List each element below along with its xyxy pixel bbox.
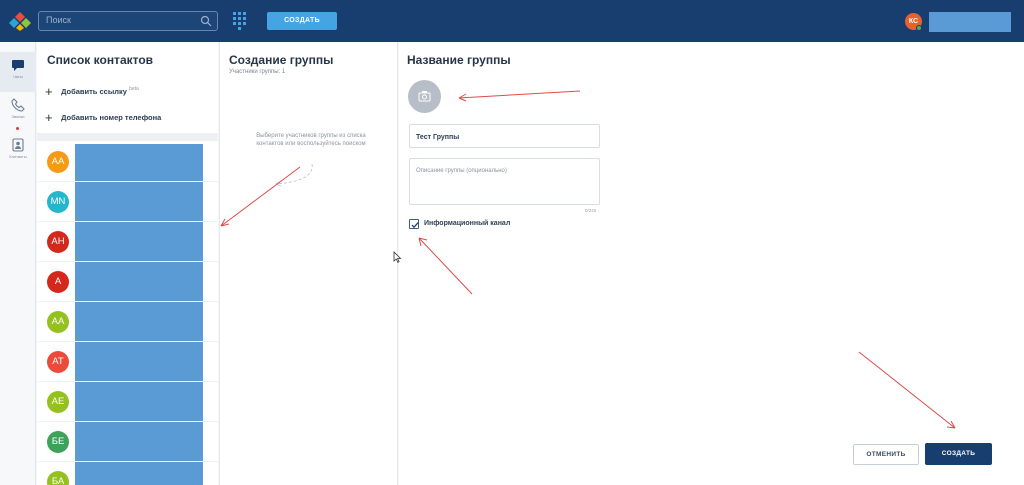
contact-avatar[interactable]: АН — [47, 231, 69, 253]
description-counter: 0/220 — [585, 208, 597, 213]
info-channel-label[interactable]: Информационный канал — [424, 220, 510, 227]
contacts-icon — [12, 138, 24, 152]
group-details-panel: Название группы Тест Группы Описание гру… — [399, 42, 1024, 485]
members-hint: Выберите участников группы из списка кон… — [256, 133, 366, 147]
camera-icon — [418, 91, 431, 102]
online-status-dot — [916, 25, 922, 31]
plus-icon: + — [45, 84, 53, 99]
top-bar: Поиск СОЗДАТЬ КС — [0, 0, 1024, 42]
contact-avatar[interactable]: БЕ — [47, 431, 69, 453]
contact-avatar[interactable]: БА — [47, 471, 69, 485]
group-name-input[interactable]: Тест Группы — [409, 124, 600, 148]
contact-row-divider — [37, 381, 218, 382]
add-link-button[interactable]: + Добавить ссылку beta — [45, 84, 139, 100]
section-divider — [37, 133, 218, 141]
add-link-label: Добавить ссылку — [61, 86, 127, 96]
left-rail: Чаты Звонки Контакты — [0, 42, 36, 485]
create-button[interactable]: СОЗДАТЬ — [925, 443, 992, 465]
cancel-button[interactable]: ОТМЕНИТЬ — [853, 444, 919, 465]
contact-row-divider — [37, 261, 218, 262]
rail-item-calls[interactable]: Звонки — [0, 92, 36, 132]
members-count: Участники группы: 1 — [229, 69, 286, 75]
contact-avatar[interactable]: АА — [47, 151, 69, 173]
create-group-title: Создание группы — [229, 53, 334, 67]
rail-item-contacts[interactable]: Контакты — [0, 132, 36, 172]
rail-item-chats[interactable]: Чаты — [0, 52, 36, 92]
add-phone-label: Добавить номер телефона — [61, 112, 162, 122]
contact-avatar[interactable]: MN — [47, 191, 69, 213]
phone-icon — [11, 98, 25, 112]
mouse-cursor-icon — [393, 251, 402, 263]
contact-row-divider — [37, 341, 218, 342]
dialpad-icon[interactable] — [233, 12, 247, 30]
beta-badge: beta — [129, 86, 139, 92]
contact-names-redacted — [75, 144, 203, 485]
hint-arrow-icon — [275, 163, 313, 187]
add-phone-button[interactable]: + Добавить номер телефона — [45, 110, 162, 126]
group-description-input[interactable]: Описание группы (опционально) — [409, 158, 600, 205]
rail-label-contacts: Контакты — [9, 154, 27, 159]
user-name-redacted[interactable] — [929, 12, 1011, 32]
rail-label-calls: Звонки — [11, 114, 25, 119]
contact-avatar[interactable]: АЕ — [47, 391, 69, 413]
missed-calls-dot — [16, 127, 19, 130]
contact-row-divider — [37, 461, 218, 462]
rail-label-chats: Чаты — [13, 74, 23, 79]
contact-avatar[interactable]: АА — [47, 311, 69, 333]
contact-row-divider — [37, 221, 218, 222]
plus-icon: + — [45, 110, 53, 125]
contacts-title: Список контактов — [47, 53, 154, 67]
contact-row-divider — [37, 421, 218, 422]
info-channel-checkbox[interactable] — [409, 219, 419, 229]
group-photo-button[interactable] — [408, 80, 441, 113]
chat-icon — [12, 60, 24, 71]
checkmark-icon — [411, 222, 419, 229]
search-icon[interactable] — [200, 15, 212, 27]
search-placeholder: Поиск — [46, 15, 71, 25]
contact-avatar[interactable]: А — [47, 271, 69, 293]
contact-row-divider — [37, 301, 218, 302]
group-name-title: Название группы — [407, 53, 511, 67]
app-logo-icon[interactable] — [8, 11, 32, 31]
search-input[interactable]: Поиск — [38, 11, 218, 31]
contact-avatar[interactable]: АТ — [47, 351, 69, 373]
group-members-panel: Создание группы Участники группы: 1 Выбе… — [219, 42, 398, 485]
top-create-button[interactable]: СОЗДАТЬ — [267, 12, 337, 30]
contact-row-divider — [37, 181, 218, 182]
